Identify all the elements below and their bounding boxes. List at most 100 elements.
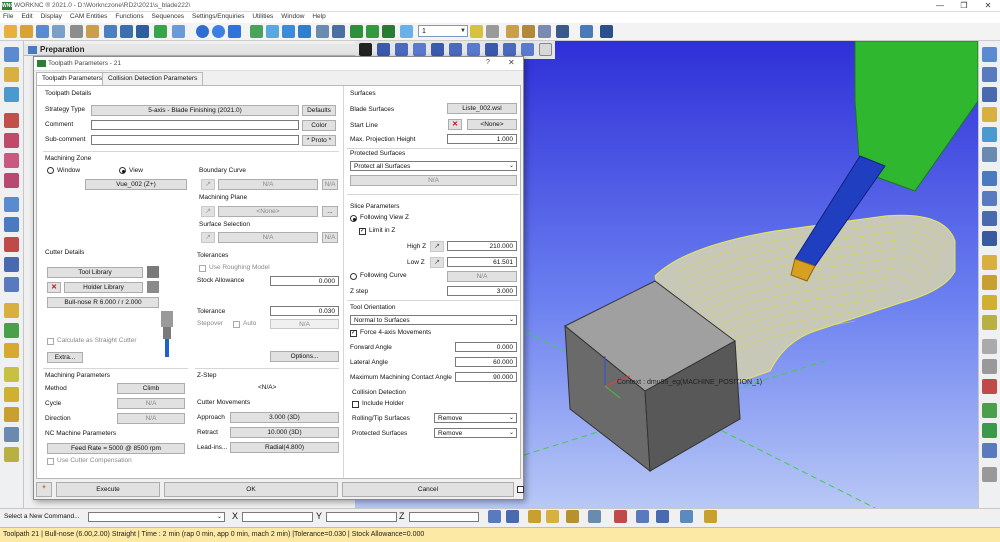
machine-c-icon[interactable]: [538, 25, 551, 38]
limit-z-checkbox[interactable]: ✓: [359, 228, 366, 235]
x-coordinate-input[interactable]: [242, 512, 313, 522]
defaults-button[interactable]: Defaults: [302, 105, 336, 116]
tool-icon-12[interactable]: [4, 277, 19, 292]
menu-settings[interactable]: Settings/Enquiries: [189, 12, 247, 20]
tolerance-input[interactable]: 0.030: [270, 306, 339, 316]
machine-b-icon[interactable]: [522, 25, 535, 38]
z-coordinate-input[interactable]: [409, 512, 479, 522]
view-radio[interactable]: [119, 167, 126, 174]
minimize-button[interactable]: —: [934, 1, 946, 11]
max-contact-input[interactable]: 90.000: [455, 372, 517, 382]
boundary-curve-button[interactable]: N/A: [218, 179, 318, 190]
extra-button[interactable]: Extra...: [47, 352, 83, 363]
approach-button[interactable]: 3.000 (3D): [230, 412, 339, 423]
following-curve-button[interactable]: N/A: [447, 271, 517, 282]
snap-icon-10[interactable]: [680, 510, 693, 523]
view-icon-11[interactable]: [982, 255, 997, 270]
axes-icon[interactable]: [172, 25, 185, 38]
y-coordinate-input[interactable]: [326, 512, 397, 522]
view-extra-icon[interactable]: [485, 43, 498, 56]
leadins-button[interactable]: Radial(4.800): [230, 442, 339, 453]
tab-toolpath-parameters[interactable]: Toolpath Parameters: [36, 72, 108, 86]
view-top-icon[interactable]: [359, 43, 372, 56]
save-icon[interactable]: [36, 25, 49, 38]
stepover-auto-checkbox[interactable]: [233, 321, 240, 328]
retract-button[interactable]: 10.000 (3D): [230, 427, 339, 438]
layer-icon[interactable]: [104, 25, 117, 38]
tool-icon-8[interactable]: [4, 197, 19, 212]
sphere-icon[interactable]: [196, 25, 209, 38]
view-icon-1[interactable]: [982, 47, 997, 62]
tool-icon-13[interactable]: [4, 303, 19, 318]
following-view-radio[interactable]: [350, 215, 357, 222]
view-left-icon[interactable]: [449, 43, 462, 56]
max-projection-input[interactable]: 1.000: [447, 134, 517, 144]
machining-plane-button[interactable]: <None>: [218, 206, 318, 217]
machining-plane-more-button[interactable]: ...: [322, 206, 338, 217]
view-icon-21[interactable]: [982, 467, 997, 482]
leadins-label[interactable]: Lead-ins...: [197, 444, 227, 451]
print-icon[interactable]: [52, 25, 65, 38]
remove-start-line-icon[interactable]: ✕: [448, 119, 462, 130]
snap-icon-2[interactable]: [506, 510, 519, 523]
view-right-icon[interactable]: [395, 43, 408, 56]
footer-checkbox[interactable]: [517, 486, 524, 493]
shade-icon[interactable]: [212, 25, 225, 38]
view-icon-10[interactable]: [982, 231, 997, 246]
menu-file[interactable]: File: [0, 12, 16, 20]
view-icon-2[interactable]: [982, 67, 997, 82]
tool-icon-9[interactable]: [4, 217, 19, 232]
following-curve-radio[interactable]: [350, 273, 357, 280]
tool-icon-16[interactable]: [4, 367, 19, 382]
new-icon[interactable]: [4, 25, 17, 38]
snap-icon-11[interactable]: [704, 510, 717, 523]
display3-icon[interactable]: [298, 25, 311, 38]
snap-icon-1[interactable]: [488, 510, 501, 523]
grid-icon[interactable]: [120, 25, 133, 38]
view-icon-4[interactable]: [982, 107, 997, 122]
surface-selection-button[interactable]: N/A: [218, 232, 318, 243]
green-b-icon[interactable]: [366, 25, 379, 38]
filter-icon[interactable]: [332, 25, 345, 38]
zoom-icon[interactable]: [503, 43, 516, 56]
machine-d-icon[interactable]: [556, 25, 569, 38]
view-icon-5[interactable]: [982, 127, 997, 142]
rolling-tip-select[interactable]: Remove ⌄: [434, 413, 517, 423]
subcomment-input[interactable]: [91, 135, 299, 145]
display-icon[interactable]: [266, 25, 279, 38]
method-button[interactable]: Climb: [117, 383, 185, 394]
feed-rate-button[interactable]: Feed Rate = 5000 @ 8500 rpm: [47, 443, 185, 454]
color-button[interactable]: Color: [302, 120, 336, 131]
view-icon-12[interactable]: [982, 275, 997, 290]
tool-icon-1[interactable]: [4, 47, 19, 62]
direction-button[interactable]: N/A: [117, 413, 185, 424]
snap-icon-5[interactable]: [566, 510, 579, 523]
menu-edit[interactable]: Edit: [18, 12, 35, 20]
table-icon[interactable]: [136, 25, 149, 38]
blade-surfaces-button[interactable]: Liste_002.wsl: [447, 103, 517, 114]
snap-icon-9[interactable]: [656, 510, 669, 523]
menu-help[interactable]: Help: [309, 12, 328, 20]
collision-protected-select[interactable]: Remove ⌄: [434, 428, 517, 438]
view-select-button[interactable]: Vue_002 (Z+): [85, 179, 187, 190]
view-icon-18[interactable]: [982, 403, 997, 418]
tool-orientation-select[interactable]: Normal to Surfaces ⌄: [350, 315, 517, 325]
holder-library-button[interactable]: Holder Library: [64, 282, 143, 293]
use-roughing-checkbox[interactable]: [199, 265, 206, 272]
menu-utilities[interactable]: Utilities: [249, 12, 276, 20]
tool-icon-4[interactable]: [4, 113, 19, 128]
tool-icon-14[interactable]: [4, 323, 19, 338]
high-z-input[interactable]: 210.000: [447, 241, 517, 251]
ok-button[interactable]: OK: [164, 482, 338, 497]
layer-down-icon[interactable]: [486, 25, 499, 38]
coordinate-icon[interactable]: [600, 25, 613, 38]
view-back-icon[interactable]: [431, 43, 444, 56]
tool-icon-2[interactable]: [4, 67, 19, 82]
boundary-curve-side[interactable]: N/A: [322, 179, 338, 190]
search-icon[interactable]: [539, 43, 552, 56]
pin-icon[interactable]: [580, 25, 593, 38]
surface-pick-icon[interactable]: ↗: [201, 232, 215, 243]
view-icon-7[interactable]: [982, 171, 997, 186]
tool-icon-18[interactable]: [4, 407, 19, 422]
tool-icon-5[interactable]: [4, 133, 19, 148]
